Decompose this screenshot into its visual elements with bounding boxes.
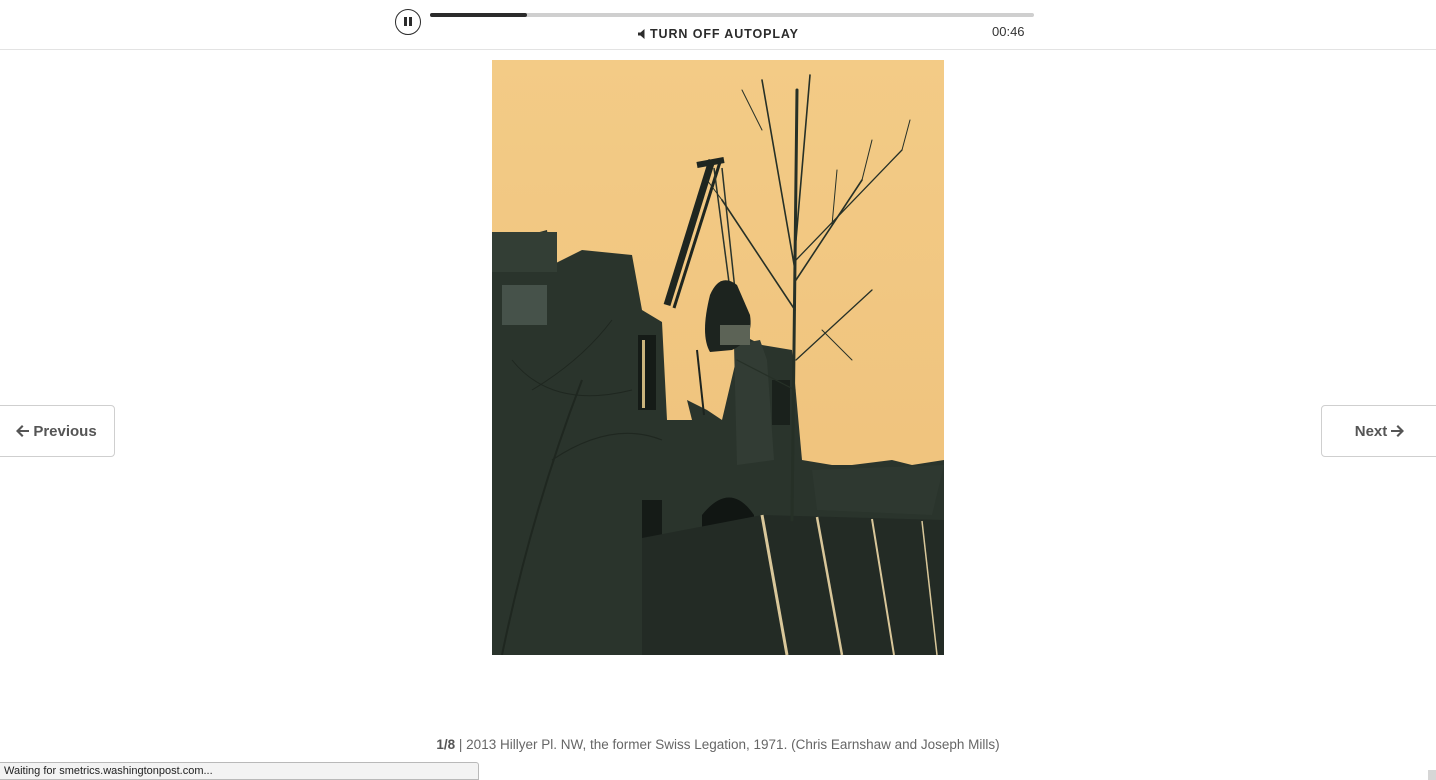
next-label: Next [1354,422,1388,440]
window-corner [1428,770,1436,780]
time-readout: 00:46 [992,24,1025,39]
slide-photo [492,60,944,655]
next-button[interactable]: Next [1321,405,1436,457]
speaker-icon [638,29,645,39]
arrow-left-icon [16,425,30,437]
slide-counter: 1/8 [436,737,456,752]
slide-caption: 1/8 | 2013 Hillyer Pl. NW, the former Sw… [0,737,1436,752]
progress-fill [430,13,527,17]
pause-button[interactable] [395,9,421,35]
turn-off-autoplay-button[interactable]: TURN OFF AUTOPLAY [638,26,799,42]
pause-icon [404,17,407,26]
previous-button[interactable]: Previous [0,405,115,457]
browser-status-bar: Waiting for smetrics.washingtonpost.com.… [0,762,479,780]
demolition-photo [492,60,944,655]
player-bar: TURN OFF AUTOPLAY 00:46 [0,0,1436,50]
previous-label: Previous [33,422,97,440]
arrow-right-icon [1391,425,1405,437]
caption-text: 2013 Hillyer Pl. NW, the former Swiss Le… [466,737,1000,752]
progress-track[interactable] [430,13,1034,17]
autoplay-label: TURN OFF AUTOPLAY [650,27,799,41]
caption-separator: | [458,737,463,752]
